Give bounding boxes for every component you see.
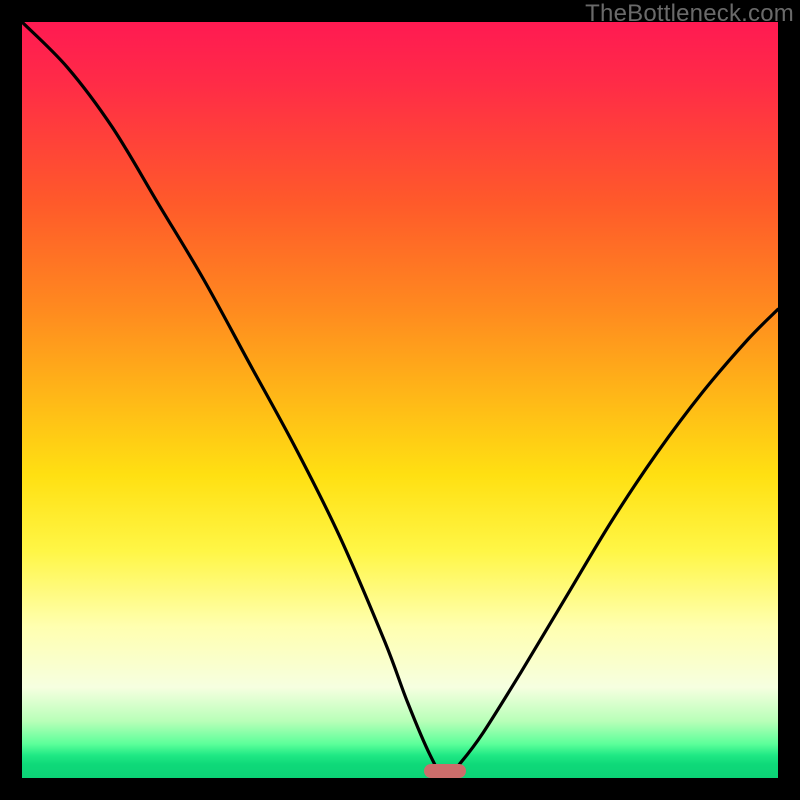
bottleneck-curve (22, 22, 778, 778)
chart-frame (22, 22, 778, 778)
curve-path (22, 22, 778, 778)
optimum-marker (424, 764, 466, 778)
